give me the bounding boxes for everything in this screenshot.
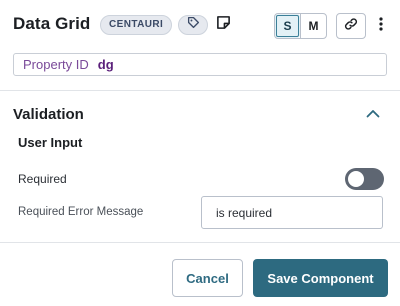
note-icon [216,15,231,35]
required-label: Required [18,172,67,186]
tag-button[interactable] [178,15,208,35]
property-id-value: dg [97,57,114,72]
validation-section-title[interactable]: Validation [13,106,84,123]
collapse-section-button[interactable] [364,107,382,121]
panel-header: Data Grid CENTAURI S M [0,0,400,50]
more-menu-button[interactable] [375,15,387,37]
header-divider [0,90,400,91]
theme-badge[interactable]: CENTAURI [100,15,173,35]
error-message-label: Required Error Message [18,206,144,218]
property-id-label: Property ID [23,57,89,72]
link-button[interactable] [336,13,366,39]
footer-divider [0,242,400,243]
link-icon [344,17,358,36]
required-toggle[interactable] [345,168,384,190]
component-title: Data Grid [13,14,91,33]
size-s-button[interactable]: S [275,14,300,38]
user-input-subtitle: User Input [18,135,83,150]
note-button[interactable] [214,16,232,34]
cancel-button[interactable]: Cancel [172,259,243,297]
size-toggle-group: S M [274,13,327,39]
chevron-up-icon [366,105,380,123]
save-component-button[interactable]: Save Component [253,259,388,297]
tag-icon [187,16,200,34]
kebab-menu-icon [379,16,383,36]
toggle-knob [348,171,364,187]
size-m-button[interactable]: M [300,14,326,38]
property-id-field[interactable]: Property ID dg [13,53,387,76]
error-message-input[interactable]: is required [201,196,383,229]
